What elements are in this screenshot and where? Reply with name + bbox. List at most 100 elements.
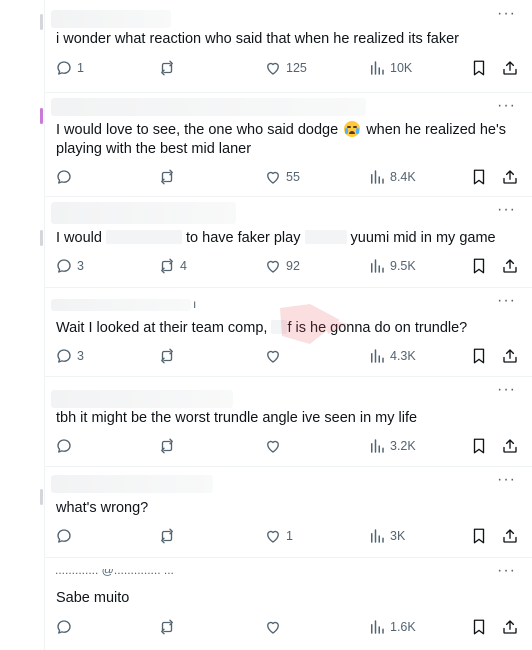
heart-icon: [267, 62, 279, 75]
share-button[interactable]: [501, 256, 519, 276]
reply-tweet[interactable]: ··· what's wrong? 1 3K: [45, 466, 532, 558]
more-options-icon[interactable]: ···: [497, 382, 516, 398]
more-options-icon[interactable]: ···: [497, 202, 516, 218]
view-count: 4.3K: [390, 349, 416, 363]
share-button[interactable]: [501, 167, 519, 187]
views-button[interactable]: 8.4K: [368, 167, 416, 187]
like-button[interactable]: 55: [264, 167, 300, 187]
share-icon: [503, 620, 517, 634]
tweet-text-part: when he realized he's: [362, 122, 507, 138]
header-fragment: ............. @.............. ...: [55, 569, 174, 577]
tweet-text-part: Wait I looked at their team comp,: [56, 320, 268, 336]
reply-icon: [57, 170, 71, 184]
view-count: 9.5K: [390, 259, 416, 273]
reply-icon: [57, 61, 71, 75]
bookmark-button[interactable]: [470, 167, 488, 187]
retweet-button[interactable]: [158, 346, 180, 366]
header-fragment: ı: [193, 297, 197, 311]
reply-count: 1: [77, 61, 84, 75]
tweet-text: i wonder what reaction who said that whe…: [56, 31, 459, 47]
like-button[interactable]: 1: [264, 526, 293, 546]
bookmark-button[interactable]: [470, 526, 488, 546]
reply-tweet[interactable]: ··· i wonder what reaction who said that…: [45, 0, 532, 93]
reply-button[interactable]: [55, 167, 77, 187]
bookmark-icon: [473, 258, 485, 274]
reply-button[interactable]: 3: [55, 346, 84, 366]
tweet-text-part: playing with the best mid laner: [56, 141, 252, 157]
tweet-text: tbh it might be the worst trundle angle …: [56, 410, 418, 426]
retweet-icon: [161, 438, 173, 454]
bookmark-button[interactable]: [470, 256, 488, 276]
reply-tweet[interactable]: ··· tbh it might be the worst trundle an…: [45, 376, 532, 467]
views-button[interactable]: 1.6K: [368, 617, 416, 637]
heart-icon: [267, 171, 279, 184]
like-button[interactable]: [264, 346, 286, 366]
retweet-icon: [161, 60, 173, 76]
share-button[interactable]: [501, 58, 519, 78]
reply-tweet[interactable]: ··· I would love to see, the one who sai…: [45, 92, 532, 197]
views-icon: [371, 259, 384, 273]
heart-icon: [267, 260, 279, 273]
retweet-button[interactable]: 4: [158, 256, 187, 276]
more-options-icon[interactable]: ···: [497, 98, 516, 114]
reply-button[interactable]: 3: [55, 256, 84, 276]
more-options-icon[interactable]: ···: [497, 6, 516, 22]
bookmark-icon: [473, 60, 485, 76]
tweet-text: Sabe muito: [56, 590, 130, 606]
retweet-button[interactable]: [158, 617, 180, 637]
redacted-author: [51, 475, 213, 493]
reply-button[interactable]: [55, 617, 77, 637]
like-button[interactable]: [264, 617, 286, 637]
retweet-button[interactable]: [158, 58, 180, 78]
reply-count: 3: [77, 259, 84, 273]
redacted-author: [51, 390, 233, 408]
more-options-icon[interactable]: ···: [497, 293, 516, 309]
reply-tweet[interactable]: ··· I would to have faker play yuumi mid…: [45, 196, 532, 288]
reply-button[interactable]: 1: [55, 58, 84, 78]
retweet-icon: [161, 169, 173, 185]
share-button[interactable]: [501, 526, 519, 546]
views-icon: [371, 439, 384, 453]
retweet-button[interactable]: [158, 526, 180, 546]
share-button[interactable]: [501, 617, 519, 637]
reply-button[interactable]: [55, 526, 77, 546]
bookmark-button[interactable]: [470, 58, 488, 78]
rail-marker: [40, 108, 43, 124]
reply-icon: [57, 349, 71, 363]
like-button[interactable]: [264, 436, 286, 456]
views-button[interactable]: 3.2K: [368, 436, 416, 456]
rail-marker: [40, 489, 43, 505]
like-button[interactable]: 92: [264, 256, 300, 276]
tweet-text-part: I would: [56, 230, 102, 246]
views-icon: [371, 529, 384, 543]
bookmark-icon: [473, 169, 485, 185]
reply-tweet[interactable]: ............. @.............. ... ··· Sa…: [45, 557, 532, 650]
share-button[interactable]: [501, 346, 519, 366]
views-button[interactable]: 10K: [368, 58, 412, 78]
retweet-button[interactable]: [158, 167, 180, 187]
bookmark-button[interactable]: [470, 436, 488, 456]
redacted-author: [51, 10, 171, 28]
rail-marker: [40, 14, 43, 30]
views-button[interactable]: 4.3K: [368, 346, 416, 366]
views-icon: [371, 61, 384, 75]
share-button[interactable]: [501, 436, 519, 456]
views-button[interactable]: 3K: [368, 526, 405, 546]
redacted-word: [304, 230, 347, 244]
view-count: 8.4K: [390, 170, 416, 184]
more-options-icon[interactable]: ···: [497, 472, 516, 488]
share-icon: [503, 259, 517, 273]
like-button[interactable]: 125: [264, 58, 307, 78]
header-clipped: ............. @.............. ...: [55, 569, 215, 577]
reply-button[interactable]: [55, 436, 77, 456]
reply-icon: [57, 439, 71, 453]
more-options-icon[interactable]: ···: [497, 563, 516, 579]
share-icon: [503, 170, 517, 184]
share-icon: [503, 439, 517, 453]
bookmark-button[interactable]: [470, 617, 488, 637]
bookmark-button[interactable]: [470, 346, 488, 366]
retweet-button[interactable]: [158, 436, 180, 456]
share-icon: [503, 349, 517, 363]
views-button[interactable]: 9.5K: [368, 256, 416, 276]
like-count: 92: [286, 259, 300, 273]
